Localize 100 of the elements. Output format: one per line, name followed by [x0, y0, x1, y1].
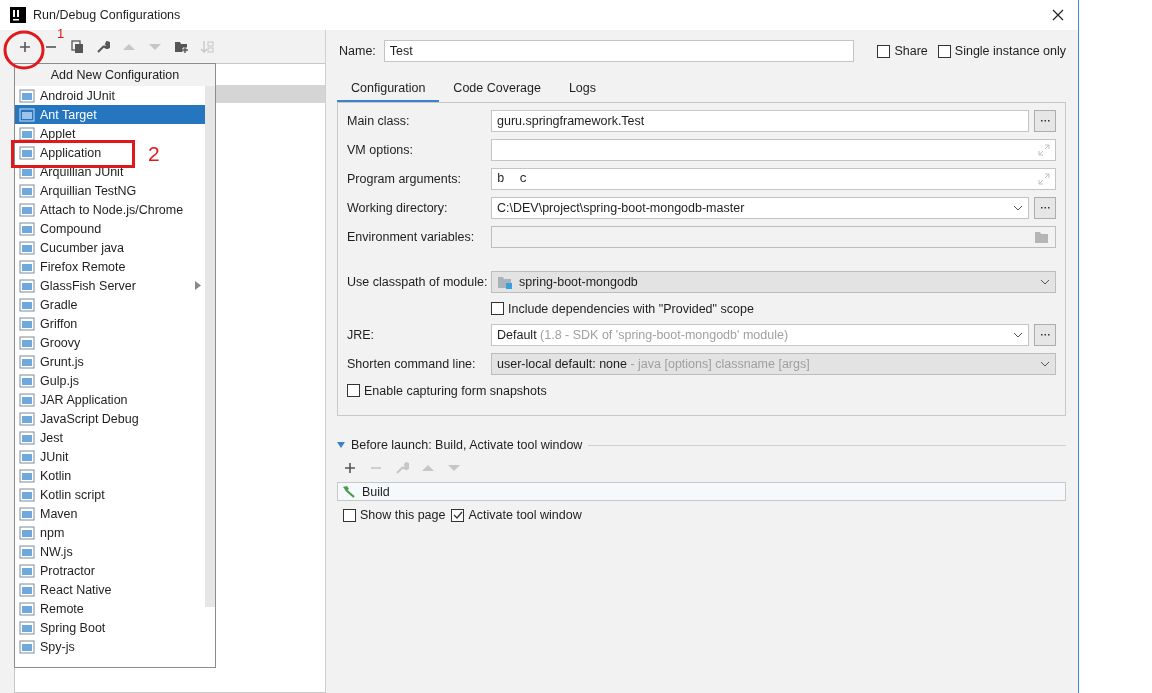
folder-icon: [1034, 230, 1050, 244]
configuration-type-icon: [19, 525, 35, 540]
menu-item[interactable]: Spy-js: [15, 637, 79, 656]
menu-item[interactable]: Jest: [15, 428, 67, 447]
combo-box[interactable]: user-local default: none - java [options] classname [args]: [491, 353, 1056, 375]
scrollbar-thumb[interactable]: [205, 86, 215, 607]
configuration-type-icon: [19, 639, 35, 654]
expand-icon: [1038, 144, 1050, 156]
wrench-icon: [96, 39, 110, 54]
combo-box[interactable]: C:\DEV\project\spring-boot-mongodb-master: [491, 197, 1029, 219]
checkbox[interactable]: [347, 384, 360, 397]
section-title: Before launch: Build, Activate tool window: [351, 438, 583, 452]
menu-item[interactable]: JUnit: [15, 447, 73, 466]
dropdown-caret-icon: [1013, 332, 1023, 338]
menu-item[interactable]: GlassFish Server: [15, 276, 205, 295]
text-field[interactable]: guru.springframework.Test: [491, 110, 1029, 132]
configuration-type-icon: [19, 487, 35, 502]
menu-item[interactable]: Griffon: [15, 314, 82, 333]
configuration-type-icon: [19, 335, 35, 350]
text-field[interactable]: b c: [491, 168, 1056, 190]
module-folder-icon: [497, 275, 513, 289]
menu-item[interactable]: React Native: [15, 580, 116, 599]
check-icon: [453, 510, 463, 520]
field-label: JRE:: [347, 328, 376, 342]
dropdown-caret-icon: [1013, 205, 1023, 211]
menu-item[interactable]: NW.js: [15, 542, 77, 561]
menu-item[interactable]: JAR Application: [15, 390, 132, 409]
checkbox[interactable]: [877, 44, 891, 58]
configuration-type-icon: [19, 354, 35, 369]
field-label: Working directory:: [347, 201, 449, 215]
text-field[interactable]: [491, 139, 1056, 161]
menu-item[interactable]: npm: [15, 523, 69, 542]
menu-item[interactable]: JavaScript Debug: [15, 409, 143, 428]
checkbox-label: Show this page: [360, 508, 446, 522]
text-field[interactable]: [491, 226, 1056, 248]
configuration-type-icon: [19, 582, 35, 597]
dropdown-caret-icon: [1040, 279, 1050, 285]
menu-item[interactable]: Cucumber java: [15, 238, 129, 257]
configuration-type-icon: [19, 563, 35, 578]
menu-item[interactable]: Protractor: [15, 561, 99, 580]
field-label: VM options:: [347, 143, 414, 157]
menu-item[interactable]: Remote: [15, 599, 88, 618]
configuration-type-icon: [19, 373, 35, 388]
name-label: Name:: [339, 44, 376, 58]
menu-item[interactable]: Spring Boot: [15, 618, 110, 637]
checkbox-label: Share: [894, 44, 928, 58]
menu-item[interactable]: Applet: [15, 124, 80, 143]
toolbar-button[interactable]: [68, 37, 86, 56]
checkbox[interactable]: [491, 302, 504, 315]
menu-item[interactable]: Kotlin: [15, 466, 76, 485]
configuration-type-icon: [19, 221, 35, 236]
field-label: Program arguments:: [347, 172, 462, 186]
configuration-type-icon: [19, 392, 35, 407]
task-item[interactable]: Build: [338, 483, 1065, 500]
configuration-type-icon: [19, 449, 35, 464]
configuration-type-icon: [19, 297, 35, 312]
sort-icon: [200, 39, 214, 54]
checkbox-label: Single instance only: [954, 44, 1066, 58]
annotation-number: 1: [57, 27, 65, 40]
menu-item[interactable]: Firefox Remote: [15, 257, 130, 276]
browse-button[interactable]: [1034, 197, 1056, 219]
close-icon: [1052, 9, 1064, 21]
configuration-type-icon: [19, 107, 35, 122]
browse-button[interactable]: [1034, 324, 1056, 346]
collapse-triangle-icon[interactable]: [337, 442, 345, 448]
menu-item[interactable]: Kotlin script: [15, 485, 109, 504]
configuration-type-icon: [19, 183, 35, 198]
tab[interactable]: Logs: [554, 75, 611, 102]
up-icon: [122, 42, 136, 51]
configuration-type-icon: [19, 411, 35, 426]
checkbox[interactable]: [343, 508, 356, 522]
tab[interactable]: Configuration: [337, 75, 440, 102]
configuration-type-icon: [19, 620, 35, 635]
popup-title: Add New Configuration: [15, 64, 215, 86]
menu-item[interactable]: Compound: [15, 219, 106, 238]
tab[interactable]: Code Coverage: [439, 75, 555, 102]
menu-item[interactable]: Attach to Node.js/Chrome: [15, 200, 188, 219]
combo-box[interactable]: Default (1.8 - SDK of 'spring-boot-mongodb' module): [491, 324, 1029, 346]
checkbox[interactable]: [937, 44, 951, 58]
configuration-type-icon: [19, 145, 35, 160]
field-label: Shorten command line:: [347, 357, 477, 371]
menu-item[interactable]: Android JUnit: [15, 86, 120, 105]
menu-item[interactable]: Grunt.js: [15, 352, 88, 371]
add-icon: [19, 40, 31, 53]
configuration-type-icon: [19, 278, 35, 293]
configuration-type-icon: [19, 506, 35, 521]
name-field[interactable]: Test: [383, 40, 854, 62]
configuration-type-icon: [19, 202, 35, 217]
menu-item[interactable]: Maven: [15, 504, 82, 523]
checkbox[interactable]: [451, 508, 465, 522]
menu-item[interactable]: Gradle: [15, 295, 82, 314]
menu-item[interactable]: Groovy: [15, 333, 85, 352]
menu-item[interactable]: Gulp.js: [15, 371, 83, 390]
menu-item[interactable]: Arquillian TestNG: [15, 181, 141, 200]
field-label: Use classpath of module:: [347, 275, 489, 289]
add-icon: [344, 462, 356, 474]
browse-button[interactable]: [1034, 110, 1056, 132]
combo-box[interactable]: spring-boot-mongodb: [491, 271, 1056, 293]
menu-item[interactable]: Ant Target: [15, 105, 205, 124]
configuration-type-icon: [19, 468, 35, 483]
